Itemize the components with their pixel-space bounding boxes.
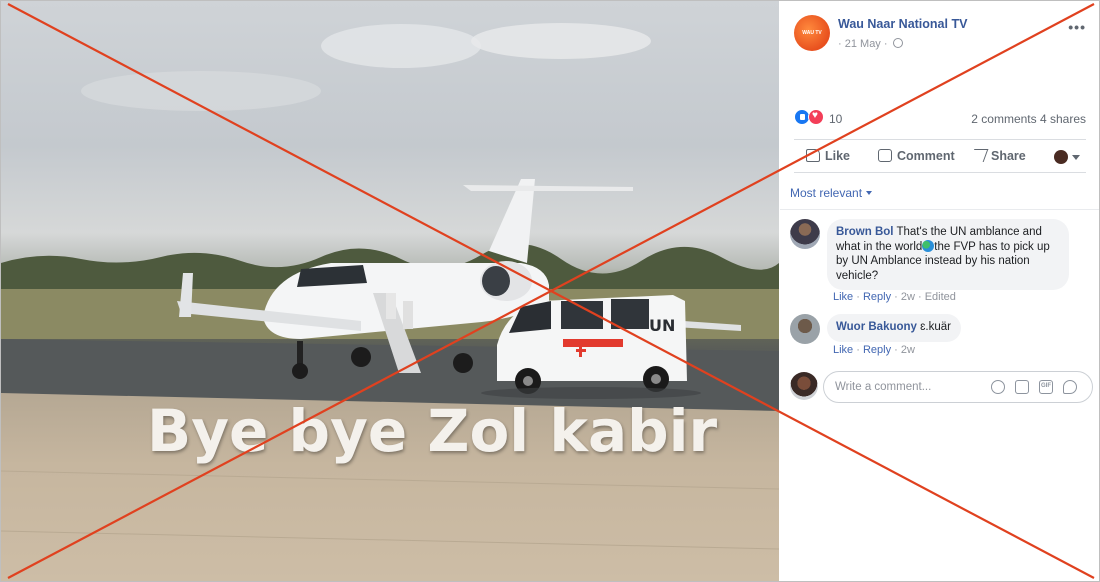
post-date-link[interactable]: 21 May	[845, 38, 881, 50]
commenter-avatar[interactable]	[790, 314, 820, 344]
comment-edited-label[interactable]: Edited	[925, 291, 956, 303]
earth-globe-emoji-icon	[922, 239, 935, 252]
post-meta-dot: ·	[880, 38, 891, 50]
caret-down-icon[interactable]	[1072, 155, 1080, 160]
page-avatar-text: WAU TV	[802, 30, 822, 36]
react-as-avatar[interactable]	[1054, 150, 1068, 164]
commenter-name[interactable]: Wuor Bakuony	[836, 321, 917, 333]
camera-icon[interactable]	[1015, 380, 1029, 394]
gif-icon[interactable]: GIF	[1039, 380, 1053, 394]
commenter-avatar[interactable]	[790, 219, 820, 249]
comment-button[interactable]: Comment	[878, 149, 955, 163]
post-photo[interactable]: UN Bye bye Zol kabir	[1, 1, 779, 581]
post-date-prefix: ·	[838, 38, 845, 50]
post-header: WAU TV Wau Naar National TV · 21 May · •…	[794, 15, 1086, 55]
more-options-icon[interactable]: •••	[1068, 19, 1086, 35]
comments-shares-count[interactable]: 2 comments 4 shares	[971, 112, 1086, 126]
comment-bubble: Brown Bol That's the UN amblance and wha…	[827, 219, 1069, 290]
comment-age[interactable]: 2w	[901, 344, 915, 356]
sticker-icon[interactable]	[1063, 380, 1077, 394]
comment-composer: Write a comment... GIF	[790, 371, 1093, 403]
globe-icon	[892, 38, 903, 48]
comment-reply-link[interactable]: Reply	[863, 344, 891, 356]
comment-bubble-icon	[878, 149, 892, 162]
comment-actions: Like · Reply · 2w	[833, 344, 915, 356]
commenter-name[interactable]: Brown Bol	[836, 226, 894, 238]
reaction-count[interactable]: 10	[829, 112, 842, 126]
share-button-label: Share	[991, 149, 1026, 163]
comment-age[interactable]: 2w	[901, 291, 915, 303]
thumb-up-icon	[806, 149, 820, 162]
photo-caption: Bye bye Zol kabir	[147, 397, 718, 465]
emoji-icon[interactable]	[991, 380, 1005, 394]
comment-bubble: Wuor Bakuony ɛ.kuär	[827, 314, 961, 342]
reactions-summary: 10 2 comments 4 shares	[794, 109, 1086, 129]
photo-illustration: UN	[1, 23, 779, 550]
write-comment-input[interactable]: Write a comment... GIF	[823, 371, 1093, 403]
share-arrow-icon	[969, 149, 989, 162]
like-button-label: Like	[825, 149, 851, 163]
comment-actions: Like · Reply · 2w · Edited	[833, 291, 956, 303]
comment-button-label: Comment	[897, 149, 955, 163]
share-button[interactable]: Share	[969, 149, 1026, 163]
post-actions-bar: Like Comment Share	[794, 139, 1086, 173]
write-comment-placeholder: Write a comment...	[835, 381, 932, 393]
page-name-link[interactable]: Wau Naar National TV	[838, 17, 967, 31]
comment-text: ɛ.kuär	[916, 321, 951, 333]
love-reaction-icon[interactable]	[808, 109, 824, 125]
post-sidebar: WAU TV Wau Naar National TV · 21 May · •…	[780, 1, 1099, 581]
comment-like-link[interactable]: Like	[833, 291, 853, 303]
divider	[780, 209, 1099, 210]
comment-like-link[interactable]: Like	[833, 344, 853, 356]
comment-reply-link[interactable]: Reply	[863, 291, 891, 303]
page-avatar[interactable]: WAU TV	[794, 15, 830, 51]
comment-sort-dropdown[interactable]: Most relevant	[790, 186, 872, 200]
ambulance-un-text: UN	[649, 316, 675, 335]
like-button[interactable]: Like	[806, 149, 850, 163]
current-user-avatar[interactable]	[790, 372, 818, 400]
post-meta: · 21 May ·	[838, 38, 903, 50]
